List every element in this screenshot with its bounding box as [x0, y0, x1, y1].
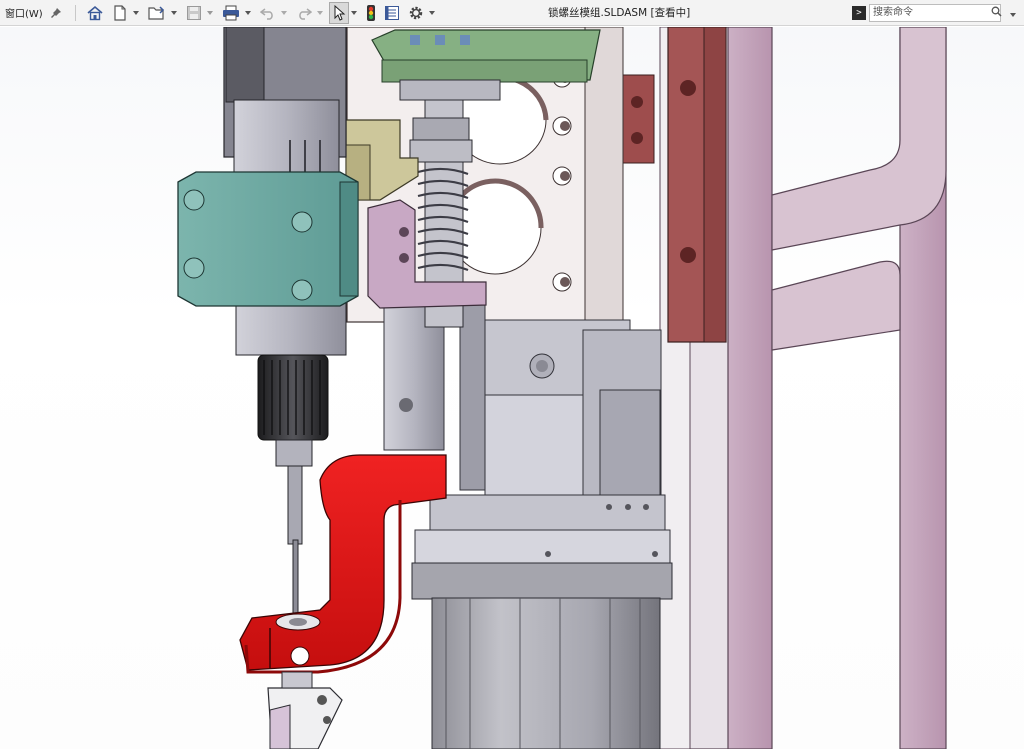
open-icon: [148, 5, 166, 21]
command-prompt-icon[interactable]: >: [852, 5, 866, 20]
search-commands-input[interactable]: [869, 3, 1001, 22]
document-title: 锁螺丝模组.SLDASM [查看中]: [548, 7, 691, 19]
redo-dropdown-icon[interactable]: [316, 10, 324, 15]
separator: [74, 4, 76, 21]
open-dropdown-icon[interactable]: [170, 10, 178, 15]
options-gear-icon: [408, 5, 424, 21]
undo-icon: [259, 6, 276, 20]
new-dropdown-icon[interactable]: [132, 10, 140, 15]
undo-dropdown-icon[interactable]: [280, 10, 288, 15]
redo-icon: [296, 6, 312, 20]
home-icon: [86, 4, 104, 22]
stepper-motor[interactable]: [411, 562, 673, 749]
select-arrow-icon: [332, 4, 346, 21]
save-button[interactable]: [183, 2, 205, 24]
print-dropdown-icon[interactable]: [244, 10, 252, 15]
new-document-button[interactable]: [109, 2, 131, 24]
redo-button[interactable]: [293, 2, 315, 24]
options-dropdown-icon[interactable]: [428, 10, 436, 15]
home-button[interactable]: [83, 2, 107, 24]
print-button[interactable]: [219, 2, 243, 24]
maroon-guide-bar[interactable]: [619, 27, 727, 343]
select-dropdown-icon[interactable]: [350, 10, 358, 15]
file-properties-icon: [384, 5, 400, 21]
command-search: >: [852, 3, 1018, 22]
gray-slide-block[interactable]: [383, 299, 671, 566]
rebuild-button[interactable]: [363, 2, 379, 24]
undo-button[interactable]: [257, 2, 279, 24]
pin-icon[interactable]: [49, 6, 63, 20]
rebuild-traffic-light-icon: [366, 4, 376, 22]
search-dropdown-icon[interactable]: [1010, 9, 1016, 20]
electric-screwdriver[interactable]: [223, 27, 347, 621]
select-button[interactable]: [328, 1, 349, 24]
print-icon: [222, 5, 240, 21]
top-toolbar: 窗口(W) 锁螺丝模组.SLDASM [查看中] > 搜索命令: [0, 0, 1024, 26]
save-icon: [186, 5, 202, 21]
options-button[interactable]: [405, 2, 427, 24]
search-icon[interactable]: [991, 6, 1002, 20]
bottom-fixture[interactable]: [267, 671, 343, 749]
assembly-model: [177, 27, 947, 749]
open-button[interactable]: [145, 2, 169, 24]
save-dropdown-icon[interactable]: [206, 10, 214, 15]
teal-mount-block[interactable]: [177, 171, 359, 307]
graphics-viewport[interactable]: [0, 27, 1024, 749]
file-properties-button[interactable]: [381, 2, 403, 24]
window-menu[interactable]: 窗口(W): [0, 5, 47, 20]
new-document-icon: [112, 4, 128, 22]
